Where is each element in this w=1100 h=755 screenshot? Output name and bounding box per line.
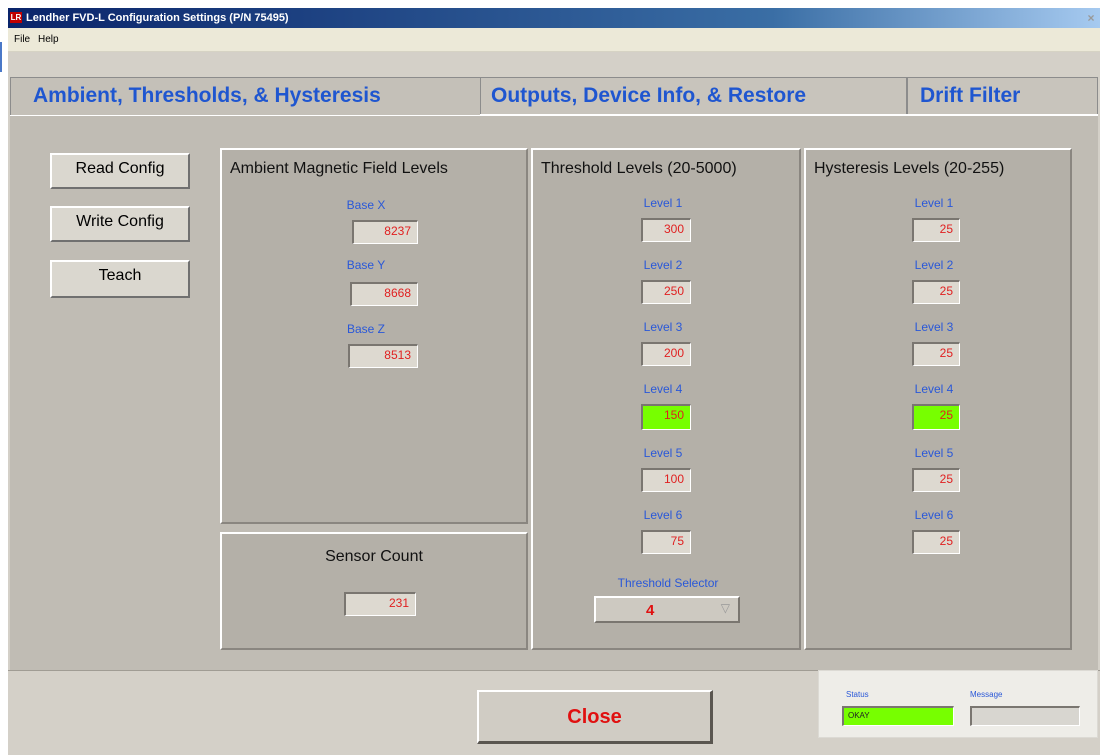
base-y-label: Base Y — [346, 258, 386, 272]
threshold-level-4-label: Level 4 — [643, 382, 683, 396]
hysteresis-level-2-label: Level 2 — [914, 258, 954, 272]
status-area — [818, 670, 1098, 738]
menu-file[interactable]: File — [12, 31, 32, 49]
threshold-level-6-label: Level 6 — [643, 508, 683, 522]
base-x-field[interactable]: 8237 — [352, 220, 418, 244]
threshold-level-3-field[interactable]: 200 — [641, 342, 691, 366]
tab-outputs-device-info-restore[interactable]: Outputs, Device Info, & Restore — [480, 77, 907, 115]
hysteresis-level-3-label: Level 3 — [914, 320, 954, 334]
hysteresis-level-1-label: Level 1 — [914, 196, 954, 210]
status-label: Status — [846, 690, 869, 699]
threshold-level-6-field[interactable]: 75 — [641, 530, 691, 554]
hysteresis-level-4-field[interactable]: 25 — [912, 404, 960, 430]
threshold-level-1-label: Level 1 — [643, 196, 683, 210]
base-z-label: Base Z — [346, 322, 385, 336]
message-label: Message — [970, 690, 1003, 699]
read-config-button[interactable]: Read Config — [50, 153, 190, 189]
tab-separator — [480, 114, 1098, 116]
threshold-selector-dropdown[interactable]: 4 ▽ — [594, 596, 740, 623]
base-y-field[interactable]: 8668 — [350, 282, 418, 306]
write-config-button[interactable]: Write Config — [50, 206, 190, 242]
window-close-icon[interactable]: × — [1084, 11, 1098, 25]
threshold-selector-value: 4 — [646, 602, 655, 619]
sensor-count-field[interactable]: 231 — [344, 592, 416, 616]
hysteresis-panel: Hysteresis Levels (20-255) Level 1 25 Le… — [804, 148, 1072, 650]
threshold-level-3-label: Level 3 — [643, 320, 683, 334]
dropdown-arrow-icon[interactable]: ▽ — [721, 601, 730, 615]
threshold-level-1-field[interactable]: 300 — [641, 218, 691, 242]
hysteresis-level-2-field[interactable]: 25 — [912, 280, 960, 304]
threshold-level-2-field[interactable]: 250 — [641, 280, 691, 304]
threshold-level-5-field[interactable]: 100 — [641, 468, 691, 492]
message-field — [970, 706, 1080, 726]
threshold-selector-label: Threshold Selector — [617, 576, 719, 590]
window-edge — [0, 42, 2, 72]
threshold-level-4-field[interactable]: 150 — [641, 404, 691, 430]
close-button[interactable]: Close — [477, 690, 713, 744]
threshold-level-2-label: Level 2 — [643, 258, 683, 272]
menu-bar: File Help — [8, 28, 1100, 52]
menu-help[interactable]: Help — [36, 31, 61, 49]
hysteresis-level-6-label: Level 6 — [914, 508, 954, 522]
threshold-panel-title: Threshold Levels (20-5000) — [541, 160, 737, 177]
hysteresis-level-4-label: Level 4 — [914, 382, 954, 396]
ambient-panel-title: Ambient Magnetic Field Levels — [230, 160, 448, 177]
hysteresis-level-1-field[interactable]: 25 — [912, 218, 960, 242]
ambient-panel: Ambient Magnetic Field Levels Base X 823… — [220, 148, 528, 524]
base-z-field[interactable]: 8513 — [348, 344, 418, 368]
title-bar: LR Lendher FVD-L Configuration Settings … — [8, 8, 1100, 28]
tab-ambient-thresholds-hysteresis[interactable]: Ambient, Thresholds, & Hysteresis — [10, 77, 480, 117]
sensor-count-panel: Sensor Count 231 — [220, 532, 528, 650]
hysteresis-level-6-field[interactable]: 25 — [912, 530, 960, 554]
base-x-label: Base X — [346, 198, 386, 212]
app-icon: LR — [10, 12, 22, 23]
teach-button[interactable]: Teach — [50, 260, 190, 298]
hysteresis-level-3-field[interactable]: 25 — [912, 342, 960, 366]
threshold-level-5-label: Level 5 — [643, 446, 683, 460]
threshold-panel: Threshold Levels (20-5000) Level 1 300 L… — [531, 148, 801, 650]
sensor-count-title: Sensor Count — [325, 548, 423, 565]
window-title: Lendher FVD-L Configuration Settings (P/… — [26, 12, 289, 24]
hysteresis-panel-title: Hysteresis Levels (20-255) — [814, 160, 1005, 177]
hysteresis-level-5-label: Level 5 — [914, 446, 954, 460]
tab-drift-filter[interactable]: Drift Filter — [907, 77, 1098, 115]
status-field: OKAY — [842, 706, 954, 726]
hysteresis-level-5-field[interactable]: 25 — [912, 468, 960, 492]
